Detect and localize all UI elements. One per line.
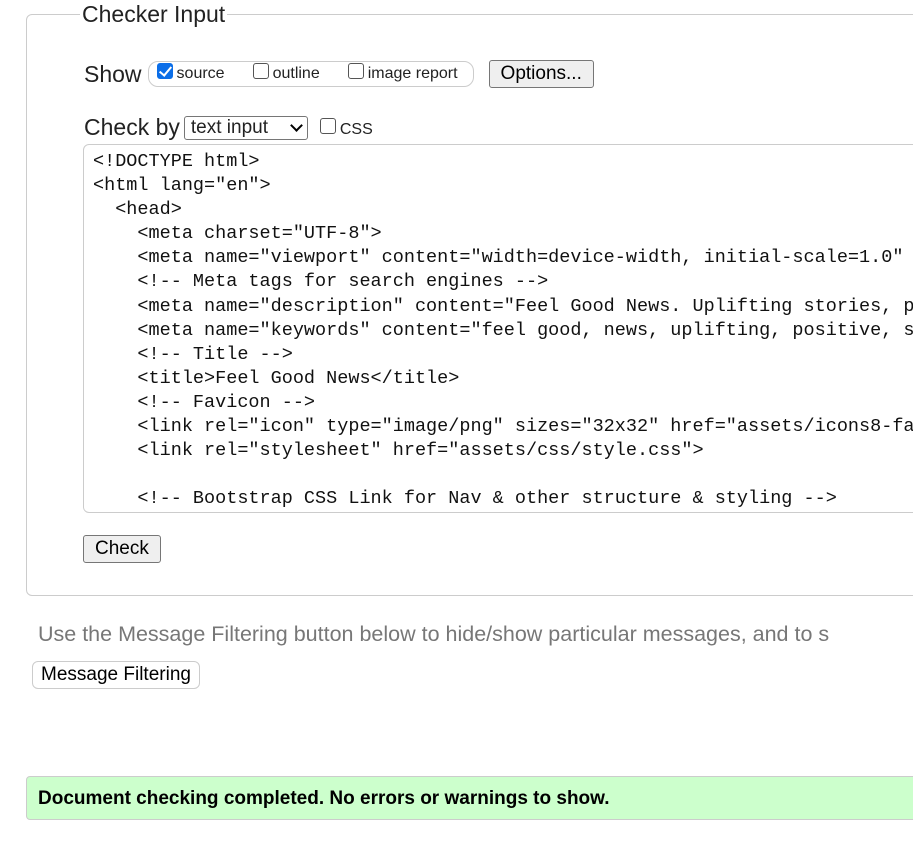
check-button[interactable]: Check bbox=[83, 535, 161, 563]
source-textarea[interactable]: <!DOCTYPE html> <html lang="en"> <head> … bbox=[83, 144, 913, 513]
filter-note: Use the Message Filtering button below t… bbox=[38, 622, 830, 646]
check-by-label: Check by bbox=[84, 114, 180, 140]
image-report-label[interactable]: image report bbox=[368, 65, 458, 83]
success-message: Document checking completed. No errors o… bbox=[26, 776, 913, 820]
source-text[interactable]: <!DOCTYPE html> <html lang="en"> <head> … bbox=[84, 145, 913, 511]
source-label[interactable]: source bbox=[177, 65, 225, 83]
chevron-down-icon bbox=[290, 119, 303, 132]
options-button[interactable]: Options... bbox=[488, 60, 594, 88]
check-by-value: text input bbox=[190, 116, 268, 138]
css-checkbox[interactable] bbox=[319, 117, 336, 134]
message-filtering-button[interactable]: Message Filtering bbox=[32, 661, 200, 689]
check-by-select[interactable]: text input bbox=[183, 115, 308, 140]
outline-label[interactable]: outline bbox=[273, 65, 320, 83]
show-row: Show source outline image report Options… bbox=[84, 60, 594, 88]
outline-checkbox[interactable] bbox=[252, 63, 269, 79]
check-by-row: Check by text input CSS bbox=[84, 114, 401, 141]
show-options-group: source outline image report bbox=[147, 61, 474, 87]
show-label: Show bbox=[84, 60, 142, 87]
checker-input-legend: Checker Input bbox=[80, 1, 228, 28]
source-checkbox[interactable] bbox=[156, 63, 173, 79]
css-label[interactable]: CSS bbox=[340, 121, 373, 139]
image-report-checkbox[interactable] bbox=[347, 63, 364, 79]
